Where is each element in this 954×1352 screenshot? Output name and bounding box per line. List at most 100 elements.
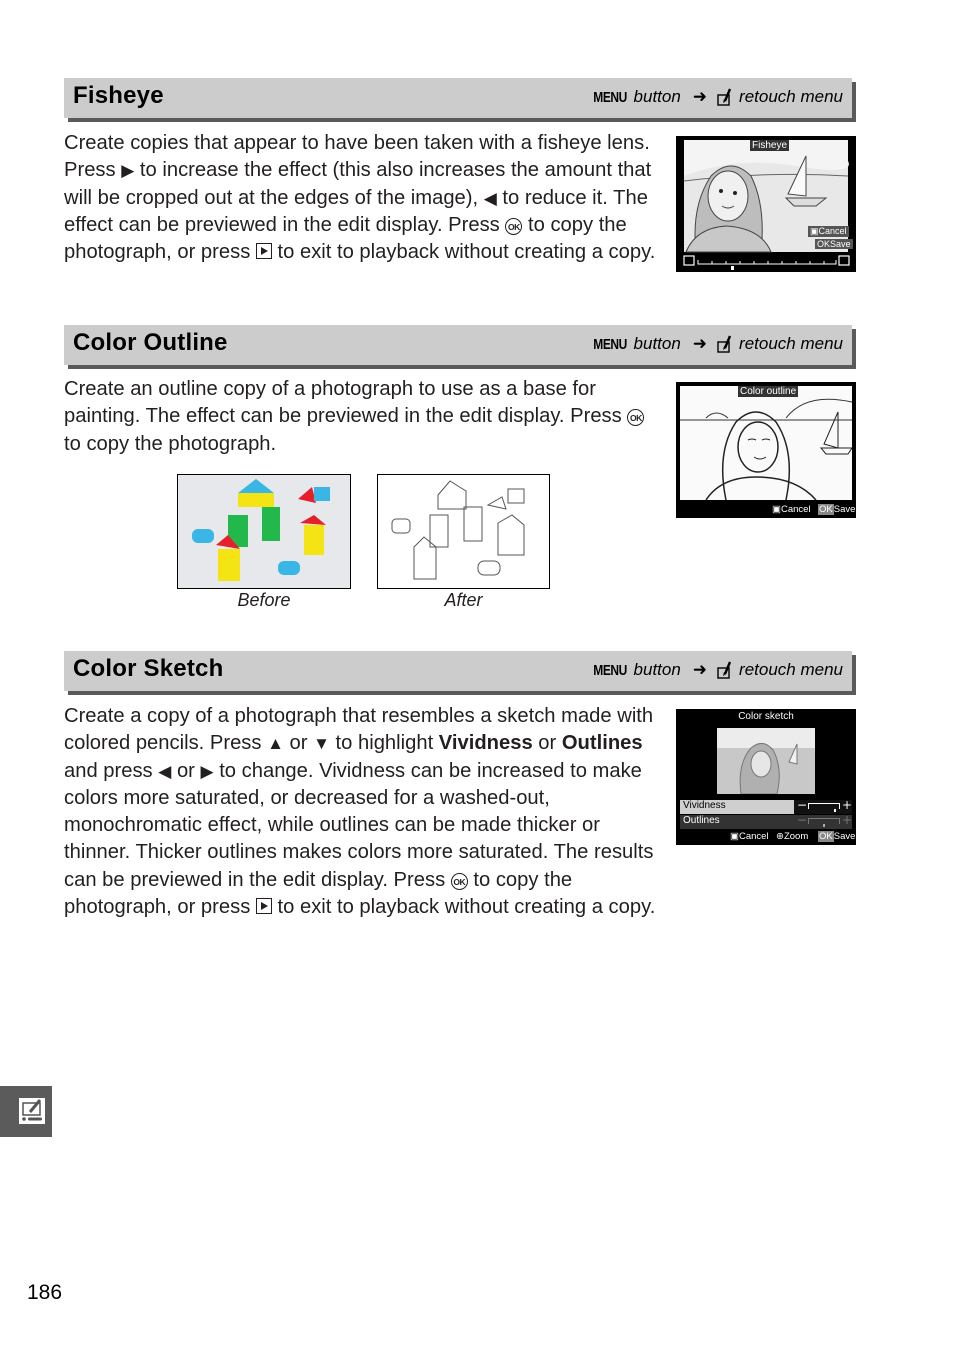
arrow-right-icon: ➜ xyxy=(692,660,708,679)
down-arrow-glyph-icon: ▼ xyxy=(313,734,330,754)
vividness-row[interactable]: Vividness − + xyxy=(680,798,853,814)
screen-title: Fisheye xyxy=(750,140,790,151)
vividness-term: Vividness xyxy=(438,732,533,755)
menu-path: MENU button ➜ retouch menu xyxy=(589,660,843,680)
ok-key-icon: OK xyxy=(818,504,834,515)
crop-icon xyxy=(838,255,850,266)
color-sketch-camera-screen: Color sketch Vividness − + Outlines − + … xyxy=(676,709,856,845)
text: to exit to playback without creating a c… xyxy=(277,896,656,919)
color-outline-camera-screen: Color outline ▣Cancel OKSave xyxy=(676,382,856,518)
playback-key-icon: ▣ xyxy=(810,226,819,236)
up-arrow-glyph-icon: ▲ xyxy=(267,734,284,754)
text: or xyxy=(289,732,308,755)
playback-key-icon: ▣ xyxy=(730,831,739,842)
slider-marker xyxy=(731,266,734,270)
ok-button-icon: OK xyxy=(627,409,645,427)
outlines-slider[interactable]: − + xyxy=(794,813,853,829)
cancel-label: Cancel xyxy=(780,504,811,515)
text: to copy the photograph. xyxy=(64,432,277,455)
vividness-label: Vividness xyxy=(683,800,726,811)
plus-icon: + xyxy=(842,798,853,812)
fisheye-camera-screen: Fisheye ▣Cancel OKSave xyxy=(676,136,856,272)
text: to highlight xyxy=(335,732,434,755)
retouch-menu-label: retouch menu xyxy=(739,660,843,679)
screen-title: Color sketch xyxy=(738,711,794,722)
text: and press xyxy=(64,759,153,782)
right-arrow-glyph-icon: ▶ xyxy=(200,761,214,781)
ok-key-icon: OK xyxy=(817,239,831,249)
outlines-label: Outlines xyxy=(683,815,720,826)
playback-key-icon: ▣ xyxy=(772,504,781,515)
cancel-hint: ▣Cancel xyxy=(808,226,849,237)
text: or xyxy=(176,759,195,782)
button-label: button xyxy=(633,334,681,353)
after-caption: After xyxy=(444,590,483,610)
text: or xyxy=(538,732,557,755)
save-label: Save xyxy=(833,831,856,842)
save-label: Save xyxy=(830,239,851,249)
retouch-menu-icon xyxy=(717,661,733,679)
before-example-photo xyxy=(177,474,351,589)
section-header-color-outline: Color Outline MENU button ➜ retouch menu xyxy=(64,325,852,365)
save-hint: OKSave xyxy=(818,831,855,842)
left-arrow-glyph-icon: ◀ xyxy=(158,761,172,781)
ok-key-icon: OK xyxy=(818,831,834,842)
menu-path: MENU button ➜ retouch menu xyxy=(589,334,843,354)
playback-button-icon xyxy=(255,898,272,915)
save-hint: OKSave xyxy=(815,239,853,249)
retouch-menu-side-tab xyxy=(0,1086,52,1137)
zoom-label: Zoom xyxy=(783,831,809,842)
menu-key-label: MENU xyxy=(593,661,628,679)
color-sketch-preview-image xyxy=(717,728,815,794)
text: to exit to playback without creating a c… xyxy=(277,241,656,264)
retouch-menu-icon xyxy=(717,88,733,106)
retouch-menu-icon xyxy=(19,1098,45,1124)
zoom-hint: ⊕Zoom xyxy=(776,831,808,842)
screen-title: Color outline xyxy=(738,386,799,397)
outlines-term: Outlines xyxy=(561,732,643,755)
playback-button-icon xyxy=(255,243,272,260)
fisheye-slider xyxy=(683,255,850,270)
button-label: button xyxy=(633,87,681,106)
ok-button-icon: OK xyxy=(505,217,523,235)
button-label: button xyxy=(633,660,681,679)
menu-key-label: MENU xyxy=(593,335,628,353)
before-caption: Before xyxy=(237,590,291,610)
text: Create an outline copy of a photograph t… xyxy=(64,378,622,428)
arrow-right-icon: ➜ xyxy=(692,87,708,106)
after-example-photo xyxy=(377,474,550,589)
vividness-slider[interactable]: − + xyxy=(794,798,853,814)
slider-marker xyxy=(823,824,825,827)
menu-path: MENU button ➜ retouch menu xyxy=(589,87,843,107)
fisheye-description: Create copies that appear to have been t… xyxy=(64,130,664,266)
section-header-fisheye: Fisheye MENU button ➜ retouch menu xyxy=(64,78,852,118)
arrow-right-icon: ➜ xyxy=(692,334,708,353)
retouch-menu-label: retouch menu xyxy=(739,334,843,353)
left-arrow-glyph-icon: ◀ xyxy=(483,188,497,208)
retouch-menu-label: retouch menu xyxy=(739,87,843,106)
color-sketch-description: Create a copy of a photograph that resem… xyxy=(64,703,664,921)
section-title: Fisheye xyxy=(73,82,164,109)
color-outline-description: Create an outline copy of a photograph t… xyxy=(64,376,664,458)
menu-key-label: MENU xyxy=(593,88,628,106)
ok-button-icon: OK xyxy=(450,872,468,890)
slider-marker xyxy=(833,809,836,812)
color-outline-preview-image xyxy=(680,386,853,501)
right-arrow-glyph-icon: ▶ xyxy=(121,161,135,181)
cancel-label: Cancel xyxy=(818,226,847,236)
plus-icon: + xyxy=(842,813,853,827)
save-hint: OKSave xyxy=(818,504,855,515)
zoom-key-icon: ⊕ xyxy=(776,831,784,842)
cancel-label: Cancel xyxy=(738,831,769,842)
minus-icon: − xyxy=(797,798,808,812)
section-title: Color Sketch xyxy=(73,655,224,682)
cancel-hint: ▣Cancel xyxy=(730,831,769,842)
outlines-row[interactable]: Outlines − + xyxy=(680,813,853,829)
grid-icon xyxy=(683,255,695,266)
minus-icon: − xyxy=(797,813,808,827)
retouch-menu-icon xyxy=(717,335,733,353)
section-header-color-sketch: Color Sketch MENU button ➜ retouch menu xyxy=(64,651,852,691)
page-number: 186 xyxy=(27,1281,63,1304)
save-label: Save xyxy=(833,504,856,515)
section-title: Color Outline xyxy=(73,329,228,356)
